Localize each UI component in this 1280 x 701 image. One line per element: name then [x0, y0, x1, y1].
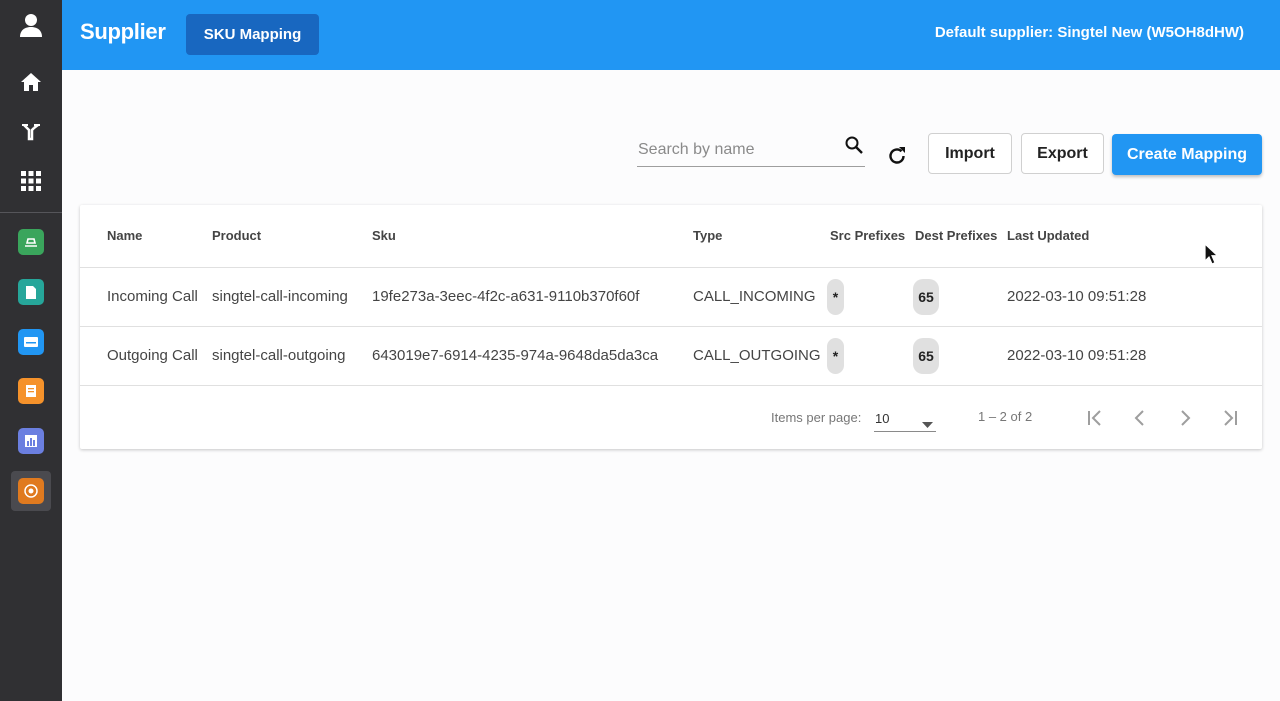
- cell-last-updated: 2022-03-10 09:51:28: [1007, 347, 1147, 364]
- search-icon[interactable]: [844, 135, 864, 160]
- apps-grid-icon[interactable]: [11, 161, 51, 201]
- cell-type: CALL_OUTGOING: [693, 347, 821, 364]
- app-purple-analytics-icon: [18, 428, 44, 454]
- cell-name: Outgoing Call: [107, 347, 198, 364]
- column-header-src-prefixes[interactable]: Src Prefixes: [830, 228, 905, 243]
- last-page-icon[interactable]: [1217, 405, 1243, 431]
- column-header-sku[interactable]: Sku: [372, 228, 396, 243]
- src-prefix-chip: *: [827, 279, 844, 315]
- sku-mapping-table: Name Product Sku Type Src Prefixes Dest …: [80, 205, 1262, 449]
- app-teal-document-icon: [18, 279, 44, 305]
- sidebar-app-5[interactable]: [11, 421, 51, 461]
- home-icon[interactable]: [11, 62, 51, 102]
- cell-sku: 643019e7-6914-4235-974a-9648da5da3ca: [372, 347, 659, 364]
- cell-name: Incoming Call: [107, 288, 198, 305]
- column-header-last-updated[interactable]: Last Updated: [1007, 228, 1089, 243]
- items-per-page-select[interactable]: 10: [874, 402, 936, 432]
- mouse-cursor-icon: [1204, 242, 1220, 270]
- routing-icon[interactable]: [11, 112, 51, 152]
- table-row[interactable]: Incoming Call singtel-call-incoming 19fe…: [80, 268, 1262, 327]
- items-per-page-label: Items per page:: [771, 410, 862, 425]
- dest-prefix-chip: 65: [913, 279, 939, 315]
- cell-last-updated: 2022-03-10 09:51:28: [1007, 288, 1147, 305]
- sidebar-app-1[interactable]: [11, 222, 51, 262]
- previous-page-icon[interactable]: [1127, 405, 1153, 431]
- column-header-dest-prefixes[interactable]: Dest Prefixes: [915, 228, 997, 243]
- export-button[interactable]: Export: [1021, 133, 1104, 174]
- app-title: Supplier: [80, 19, 166, 44]
- page-range-label: 1 – 2 of 2: [978, 409, 1033, 424]
- refresh-icon[interactable]: [884, 143, 910, 169]
- search-field: [637, 132, 865, 167]
- import-button[interactable]: Import: [928, 133, 1012, 174]
- search-input[interactable]: [638, 140, 833, 160]
- column-header-name[interactable]: Name: [107, 228, 142, 243]
- main-content: Import Export Create Mapping Name Produc…: [62, 70, 1280, 701]
- sidebar: [0, 0, 62, 701]
- sidebar-divider: [0, 212, 62, 213]
- next-page-icon[interactable]: [1172, 405, 1198, 431]
- default-supplier-label[interactable]: Default supplier: Singtel New (W5OH8dHW): [935, 24, 1244, 41]
- src-prefix-chip: *: [827, 338, 844, 374]
- app-blue-card-icon: [18, 329, 44, 355]
- user-icon[interactable]: [11, 5, 51, 45]
- sidebar-app-4[interactable]: [11, 371, 51, 411]
- first-page-icon[interactable]: [1082, 405, 1108, 431]
- column-header-product[interactable]: Product: [212, 228, 261, 243]
- sidebar-app-6-active[interactable]: [11, 471, 51, 511]
- dropdown-arrow-icon: [922, 415, 933, 433]
- app-green-icon: [18, 229, 44, 255]
- app-orange-invoice-icon: [18, 378, 44, 404]
- dest-prefix-chip: 65: [913, 338, 939, 374]
- cell-product: singtel-call-incoming: [212, 288, 348, 305]
- paginator: Items per page: 10 1 – 2 of 2: [80, 386, 1262, 449]
- top-header: Supplier SKU Mapping Default supplier: S…: [62, 0, 1280, 70]
- tab-sku-mapping[interactable]: SKU Mapping: [186, 14, 319, 55]
- sidebar-app-2[interactable]: [11, 272, 51, 312]
- create-mapping-button[interactable]: Create Mapping: [1112, 134, 1262, 175]
- sidebar-app-3[interactable]: [11, 322, 51, 362]
- items-per-page-value: 10: [875, 411, 890, 426]
- cell-type: CALL_INCOMING: [693, 288, 816, 305]
- table-header: Name Product Sku Type Src Prefixes Dest …: [80, 205, 1262, 268]
- table-row[interactable]: Outgoing Call singtel-call-outgoing 6430…: [80, 327, 1262, 386]
- column-header-type[interactable]: Type: [693, 228, 722, 243]
- cell-product: singtel-call-outgoing: [212, 347, 346, 364]
- app-supplier-icon: [18, 478, 44, 504]
- cell-sku: 19fe273a-3eec-4f2c-a631-9110b370f60f: [372, 288, 640, 305]
